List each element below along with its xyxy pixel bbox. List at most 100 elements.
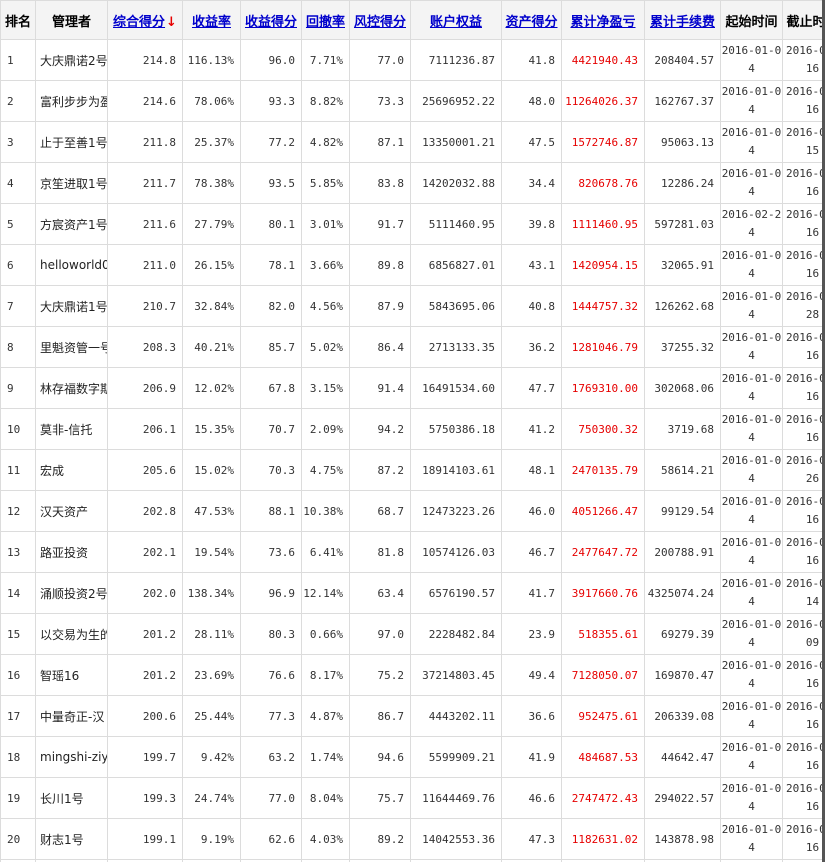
cell-risk-score: 81.8 <box>349 531 411 573</box>
sort-desc-arrow-icon[interactable]: ↓ <box>166 15 177 30</box>
cell-fees: 69279.39 <box>644 613 721 655</box>
column-header-label[interactable]: 累计净盈亏 <box>570 15 635 30</box>
cell-start: 2016-01-04 <box>720 572 783 614</box>
table-row[interactable]: 14 涌顺投资2号 202.0 138.34% 96.9 12.14% 63.4 657619… <box>0 572 825 614</box>
cell-risk-score: 73.3 <box>349 80 411 122</box>
column-header-fees[interactable]: 累计手续费 <box>644 0 721 40</box>
cell-drawdown: 5.85% <box>301 162 350 204</box>
cell-total-score: 208.3 <box>107 326 183 368</box>
table-row[interactable]: 8 里魁资管一号 208.3 40.21% 85.7 5.02% 86.4 2713133.3… <box>0 326 825 368</box>
table-row[interactable]: 7 大庆鼎诺1号 210.7 32.84% 82.0 4.56% 87.9 5843695.0… <box>0 285 825 327</box>
table-row[interactable]: 9林存福数字期货206.912.02%67.83.15%91.416491534… <box>0 367 825 409</box>
column-header-return-score[interactable]: 收益得分 <box>240 0 302 40</box>
table-row[interactable]: 17 中量奇正-汉 200.6 25.44% 77.3 4.87% 86.7 4443202.… <box>0 695 825 737</box>
cell-asset-score: 36.2 <box>501 326 562 368</box>
cell-rank: 13 <box>0 531 36 573</box>
cell-drawdown: 6.41% <box>301 531 350 573</box>
cell-start: 2016-01-04 <box>720 326 783 368</box>
table-row[interactable]: 11 宏成 205.6 15.02% 70.3 4.75% 87.2 18914103.61 4… <box>0 449 825 491</box>
cell-return-score: 73.6 <box>240 531 302 573</box>
cell-start: 2016-01-04 <box>720 531 783 573</box>
cell-end: 2016-06-16 <box>782 531 825 573</box>
column-header-label[interactable]: 资产得分 <box>505 15 557 30</box>
column-header-drawdown[interactable]: 回撤率 <box>301 0 350 40</box>
cell-fees: 206339.08 <box>644 695 721 737</box>
column-header-label: 管理者 <box>51 14 91 30</box>
cell-return-score: 96.0 <box>240 39 302 81</box>
cell-fees: 597281.03 <box>644 203 721 245</box>
cell-return-score: 70.7 <box>240 408 302 450</box>
cell-rank: 2 <box>0 80 36 122</box>
column-header-label[interactable]: 累计手续费 <box>650 15 715 30</box>
cell-rank: 3 <box>0 121 36 163</box>
cell-manager: 止于至善1号 <box>35 121 108 163</box>
cell-net-pnl: 7128050.07 <box>561 654 645 696</box>
cell-start: 2016-01-04 <box>720 490 783 532</box>
table-row[interactable]: 1 大庆鼎诺2号 214.8 116.13% 96.0 7.71% 77.0 7111236.… <box>0 39 825 81</box>
column-header-label[interactable]: 账户权益 <box>430 15 482 30</box>
cell-start: 2016-01-04 <box>720 736 783 778</box>
cell-return-rate: 24.74% <box>182 777 241 819</box>
column-header-total-score[interactable]: 综合得分↓ <box>107 0 183 40</box>
column-header-label[interactable]: 收益得分 <box>245 15 297 30</box>
column-header-return-rate[interactable]: 收益率 <box>182 0 241 40</box>
column-header-label[interactable]: 回撤率 <box>306 15 345 30</box>
table-row[interactable]: 12 汉天资产 202.8 47.53% 88.1 10.38% 68.7 12473223.… <box>0 490 825 532</box>
table-row[interactable]: 13 路亚投资 202.1 19.54% 73.6 6.41% 81.8 10574126.0… <box>0 531 825 573</box>
cell-end: 2016-02-26 <box>782 449 825 491</box>
table-row[interactable]: 20 财志1号 199.1 9.19% 62.6 4.03% 89.2 14042553.36… <box>0 818 825 860</box>
cell-drawdown: 1.74% <box>301 736 350 778</box>
table-row[interactable]: 15 以交易为生的 201.2 28.11% 80.3 0.66% 97.0 2228482.… <box>0 613 825 655</box>
cell-return-rate: 9.42% <box>182 736 241 778</box>
cell-asset-score: 48.1 <box>501 449 562 491</box>
cell-rank: 16 <box>0 654 36 696</box>
cell-risk-score: 86.4 <box>349 326 411 368</box>
cell-risk-score: 87.9 <box>349 285 411 327</box>
cell-manager: 长川1号 <box>35 777 108 819</box>
table-row[interactable]: 4 京笙进取1号 211.7 78.38% 93.5 5.85% 83.8 14202032.… <box>0 162 825 204</box>
table-row[interactable]: 18 mingshi-ziyi 199.7 9.42% 63.2 1.74% 94.6 559… <box>0 736 825 778</box>
cell-net-pnl: 518355.61 <box>561 613 645 655</box>
cell-total-score: 206.9 <box>107 367 183 409</box>
cell-drawdown: 5.02% <box>301 326 350 368</box>
column-header-label[interactable]: 收益率 <box>192 15 231 30</box>
cell-equity: 16491534.60 <box>410 367 502 409</box>
cell-return-rate: 32.84% <box>182 285 241 327</box>
cell-drawdown: 3.01% <box>301 203 350 245</box>
cell-equity: 7111236.87 <box>410 39 502 81</box>
cell-drawdown: 2.09% <box>301 408 350 450</box>
cell-return-score: 93.5 <box>240 162 302 204</box>
column-header-label[interactable]: 风控得分 <box>354 15 406 30</box>
cell-net-pnl: 1572746.87 <box>561 121 645 163</box>
table-row[interactable]: 6 helloworld0 211.0 26.15% 78.1 3.66% 89.8 6856… <box>0 244 825 286</box>
cell-fees: 58614.21 <box>644 449 721 491</box>
column-header-risk-score[interactable]: 风控得分 <box>349 0 411 40</box>
cell-end: 2016-03-09 <box>782 613 825 655</box>
table-row[interactable]: 2 富利步步为盈 214.6 78.06% 93.3 8.82% 73.3 25696952.… <box>0 80 825 122</box>
cell-rank: 18 <box>0 736 36 778</box>
cell-fees: 37255.32 <box>644 326 721 368</box>
column-header-label[interactable]: 综合得分 <box>113 15 165 30</box>
cell-asset-score: 47.3 <box>501 818 562 860</box>
cell-end: 2016-06-16 <box>782 777 825 819</box>
column-header-net-pnl[interactable]: 累计净盈亏 <box>561 0 645 40</box>
cell-equity: 11644469.76 <box>410 777 502 819</box>
table-row[interactable]: 5 方宸资产1号 211.6 27.79% 80.1 3.01% 91.7 5111460.9… <box>0 203 825 245</box>
table-header-row: 排名 管理者 综合得分↓ 收益率 收益得分 回撤率 风控得分 账户权益 资产得分 累计净盈亏 累计手… <box>0 0 825 40</box>
cell-total-score: 206.1 <box>107 408 183 450</box>
cell-return-rate: 27.79% <box>182 203 241 245</box>
cell-asset-score: 34.4 <box>501 162 562 204</box>
cell-return-score: 62.6 <box>240 818 302 860</box>
cell-end: 2016-06-16 <box>782 408 825 450</box>
table-row[interactable]: 19 长川1号 199.3 24.74% 77.0 8.04% 75.7 11644469.7… <box>0 777 825 819</box>
table-row[interactable]: 3 止于至善1号 211.8 25.37% 77.2 4.82% 87.1 13350001.… <box>0 121 825 163</box>
column-header-asset-score[interactable]: 资产得分 <box>501 0 562 40</box>
cell-return-score: 96.9 <box>240 572 302 614</box>
cell-end: 2016-06-16 <box>782 490 825 532</box>
cell-start: 2016-01-04 <box>720 654 783 696</box>
table-row[interactable]: 10 莫非-信托 206.1 15.35% 70.7 2.09% 94.2 5750386.1… <box>0 408 825 450</box>
cell-return-rate: 47.53% <box>182 490 241 532</box>
table-row[interactable]: 16 智瑶16 201.2 23.69% 76.6 8.17% 75.2 37214803.4… <box>0 654 825 696</box>
cell-end: 2016-06-16 <box>782 367 825 409</box>
column-header-equity[interactable]: 账户权益 <box>410 0 502 40</box>
